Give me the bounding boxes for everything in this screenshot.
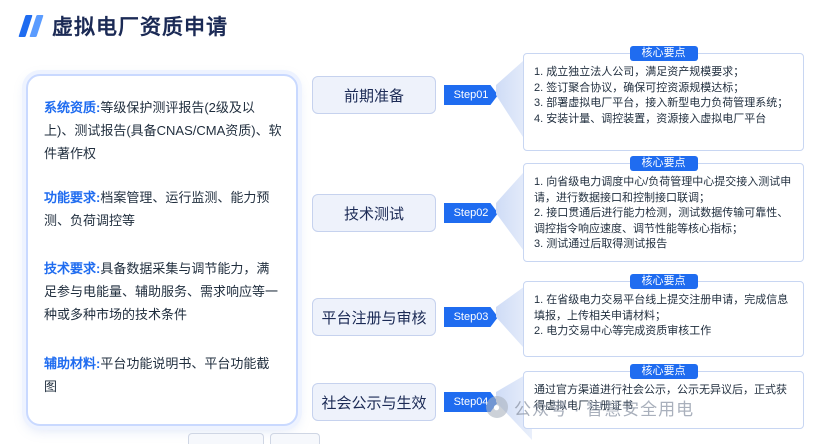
keypoint-line: 1. 在省级电力交易平台线上提交注册申请，完成信息填报，上传相关申请材料； bbox=[534, 294, 789, 322]
requirement-system-qualification: 系统资质:等级保护测评报告(2级及以上)、测试报告(具备CNAS/CMA资质)、… bbox=[44, 100, 282, 161]
keypoint-line: 3. 部署虚拟电厂平台，接入新型电力负荷管理系统； bbox=[534, 97, 789, 109]
keypoints-panel-03: 核心要点 1. 在省级电力交易平台线上提交注册申请，完成信息填报，上传相关申请材… bbox=[523, 274, 804, 357]
keypoints-panel-02: 核心要点 1. 向省级电力调度中心/负荷管理中心提交接入测试申请，进行数据接口和… bbox=[523, 156, 804, 262]
page-title: 虚拟电厂资质申请 bbox=[52, 16, 228, 39]
requirement-auxiliary-materials: 辅助材料:平台功能说明书、平台功能截图 bbox=[44, 356, 270, 394]
page-header: 虚拟电厂资质申请 bbox=[18, 10, 228, 42]
wechat-icon: ● bbox=[486, 396, 508, 418]
stage-preparation: 前期准备 bbox=[312, 76, 436, 114]
keypoints-badge: 核心要点 bbox=[629, 156, 698, 171]
keypoint-line: 1. 成立独立法人公司，满足资产规模要求； bbox=[534, 66, 745, 78]
stage-registration-review: 平台注册与审核 bbox=[312, 298, 436, 336]
double-slash-icon bbox=[18, 15, 44, 37]
keypoint-line: 2. 接口贯通后进行能力检测，测试数据传输可靠性、调控指令响应速度、调节性能等核… bbox=[534, 207, 789, 235]
step-arrow-02: Step02 bbox=[444, 203, 498, 223]
keypoint-line: 3. 测试通过后取得测试报告 bbox=[534, 238, 668, 250]
step-arrow-01: Step01 bbox=[444, 85, 498, 105]
keypoints-panel-01: 核心要点 1. 成立独立法人公司，满足资产规模要求； 2. 签订聚合协议，确保可… bbox=[523, 46, 804, 151]
requirement-technical: 技术要求:具备数据采集与调节能力，满足参与电能量、辅助服务、需求响应等一种或多种… bbox=[44, 261, 279, 322]
stage-technical-test: 技术测试 bbox=[312, 194, 436, 232]
watermark: ● 公众号 · 智慧安全用电 bbox=[486, 394, 694, 420]
watermark-text: 公众号 · 智慧安全用电 bbox=[514, 399, 695, 419]
keypoints-badge: 核心要点 bbox=[629, 46, 698, 61]
keypoint-line: 2. 电力交易中心等完成资质审核工作 bbox=[534, 325, 712, 337]
keypoint-line: 1. 向省级电力调度中心/负荷管理中心提交接入测试申请，进行数据接口和控制接口联… bbox=[534, 176, 792, 204]
keypoint-line: 2. 签订聚合协议，确保可控资源规模达标； bbox=[534, 81, 745, 94]
stage-publicity-effective: 社会公示与生效 bbox=[312, 383, 436, 421]
keypoints-badge: 核心要点 bbox=[629, 274, 698, 289]
requirements-card: 系统资质:等级保护测评报告(2级及以上)、测试报告(具备CNAS/CMA资质)、… bbox=[26, 74, 298, 426]
step-arrow-03: Step03 bbox=[444, 307, 498, 327]
keypoints-badge: 核心要点 bbox=[629, 364, 698, 379]
requirement-function: 功能要求:档案管理、运行监测、能力预测、负荷调控等 bbox=[44, 190, 270, 228]
keypoint-line: 4. 安装计量、调控装置，资源接入虚拟电厂平台 bbox=[534, 112, 767, 125]
